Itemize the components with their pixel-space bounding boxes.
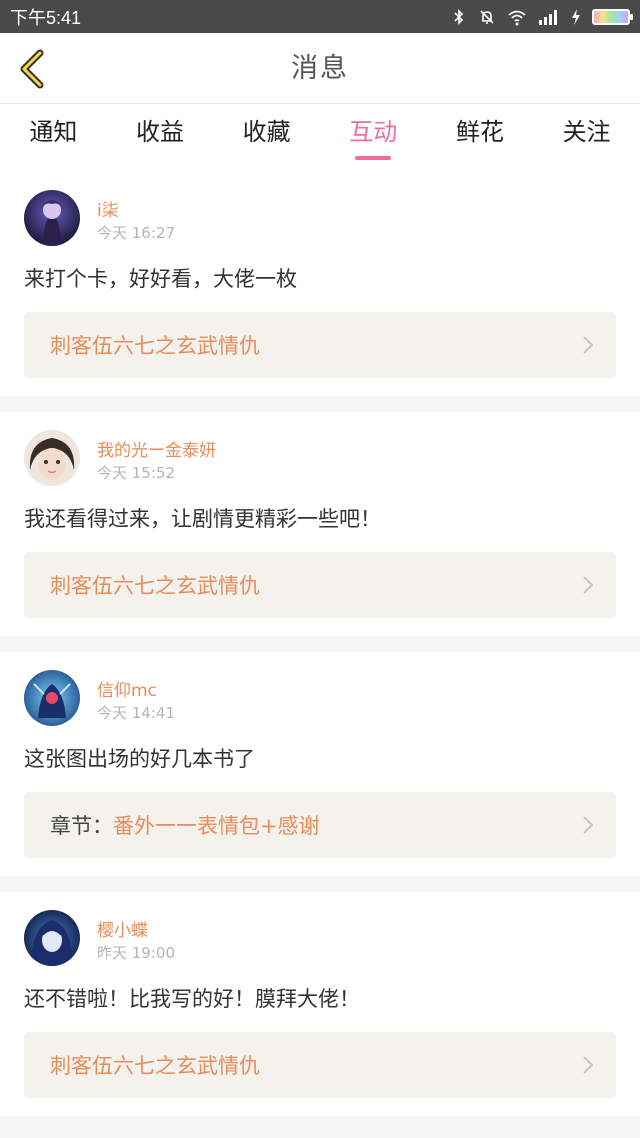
timestamp: 今天 14:41 (97, 704, 175, 722)
tab-bar: 通知 收益 收藏 互动 鲜花 关注 (0, 104, 640, 172)
chevron-right-icon (583, 816, 594, 834)
message-text: 还不错啦！比我写的好！膜拜大佬！ (24, 987, 360, 1011)
tab-label: 互动 (349, 118, 398, 146)
chevron-right-icon (583, 1056, 594, 1074)
status-time: 下午5:41 (10, 7, 82, 28)
tab-flowers[interactable]: 鲜花 (435, 104, 525, 172)
active-tab-indicator (355, 156, 392, 160)
page-title: 消息 (291, 53, 349, 84)
tab-label: 收藏 (242, 118, 291, 146)
avatar[interactable] (24, 430, 80, 486)
username[interactable]: i柒 (97, 196, 119, 221)
ref-title: 番外一一表情包+感谢 (113, 814, 320, 838)
ref-title: 刺客伍六七之玄武情仇 (50, 1054, 260, 1078)
referenced-chapter-link[interactable]: 章节： 番外一一表情包+感谢 (24, 792, 616, 858)
status-bar: 下午5:41 (0, 0, 640, 33)
avatar[interactable] (24, 190, 80, 246)
message-text: 来打个卡，好好看，大佬一枚 (24, 267, 297, 291)
chevron-right-icon (583, 576, 594, 594)
ref-title: 刺客伍六七之玄武情仇 (50, 574, 260, 598)
bluetooth-icon (454, 8, 464, 25)
tab-earnings[interactable]: 收益 (115, 104, 205, 172)
username[interactable]: 信仰mc (97, 676, 157, 701)
list-item: 信仰mc 今天 14:41 这张图出场的好几本书了 章节： 番外一一表情包+感谢 (0, 652, 640, 876)
tab-label: 关注 (562, 118, 611, 146)
avatar[interactable] (24, 670, 80, 726)
header: 消息 (0, 33, 640, 104)
avatar[interactable] (24, 910, 80, 966)
tab-label: 收益 (135, 118, 184, 146)
charging-icon (572, 8, 580, 25)
ref-title: 刺客伍六七之玄武情仇 (50, 334, 260, 358)
chevron-right-icon (583, 336, 594, 354)
list-item: 我的光ー金泰妍 今天 15:52 我还看得过来，让剧情更精彩一些吧！ 刺客伍六七… (0, 412, 640, 636)
timestamp: 昨天 19:00 (97, 944, 175, 962)
tab-favorites[interactable]: 收藏 (222, 104, 312, 172)
list-item: i柒 今天 16:27 来打个卡，好好看，大佬一枚 刺客伍六七之玄武情仇 (0, 172, 640, 396)
tab-notification[interactable]: 通知 (8, 104, 98, 172)
referenced-work-link[interactable]: 刺客伍六七之玄武情仇 (24, 312, 616, 378)
battery-icon (592, 8, 633, 25)
timestamp: 今天 16:27 (97, 224, 175, 242)
interaction-list: i柒 今天 16:27 来打个卡，好好看，大佬一枚 刺客伍六七之玄武情仇 我的光… (0, 172, 640, 1132)
timestamp: 今天 15:52 (97, 464, 175, 482)
username[interactable]: 樱小蝶 (97, 916, 148, 941)
ref-label: 章节： (50, 814, 113, 838)
tab-interaction[interactable]: 互动 (328, 104, 418, 172)
referenced-work-link[interactable]: 刺客伍六七之玄武情仇 (24, 552, 616, 618)
status-icons (450, 8, 633, 26)
message-text: 这张图出场的好几本书了 (24, 747, 255, 771)
mute-icon (480, 9, 494, 24)
referenced-work-link[interactable]: 刺客伍六七之玄武情仇 (24, 1032, 616, 1098)
wifi-icon (508, 10, 526, 25)
signal-icon (539, 9, 557, 25)
tab-label: 通知 (29, 118, 78, 146)
tab-label: 鲜花 (455, 118, 504, 146)
username[interactable]: 我的光ー金泰妍 (97, 436, 216, 461)
tab-following[interactable]: 关注 (542, 104, 632, 172)
list-item: 樱小蝶 昨天 19:00 还不错啦！比我写的好！膜拜大佬！ 刺客伍六七之玄武情仇 (0, 892, 640, 1116)
message-text: 我还看得过来，让剧情更精彩一些吧！ (24, 507, 381, 531)
